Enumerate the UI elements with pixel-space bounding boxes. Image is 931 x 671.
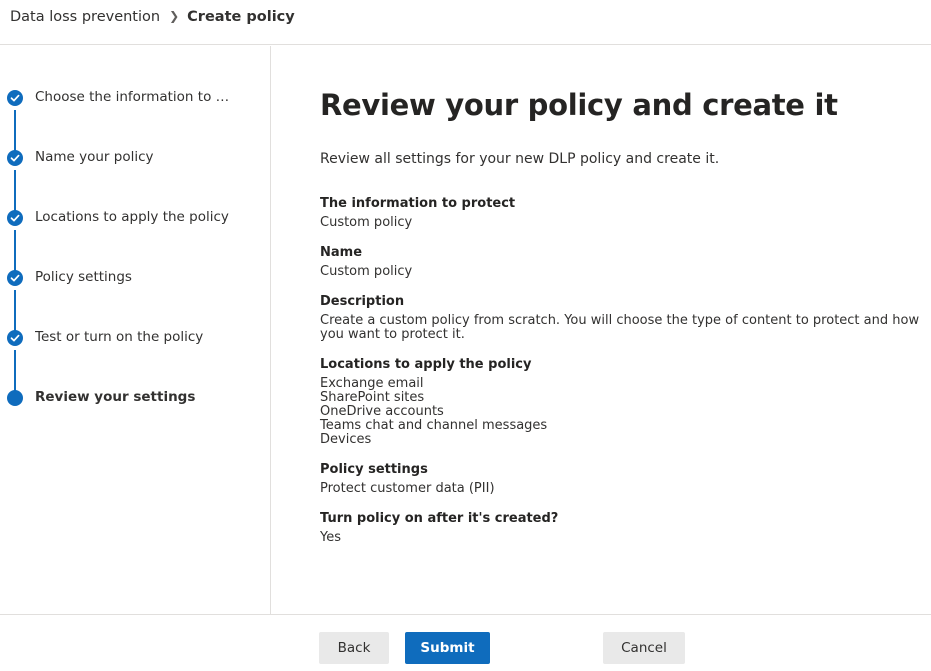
location-item: SharePoint sites	[320, 390, 425, 405]
section-value: Create a custom policy from scratch. You…	[320, 313, 920, 342]
step-name-policy[interactable]: Name your policy	[0, 146, 270, 170]
section-heading: Name	[320, 245, 363, 260]
current-step-dot-icon	[7, 390, 23, 406]
section-information: The information to protect Custom policy	[320, 196, 920, 230]
section-value: Protect customer data (PII)	[320, 481, 495, 496]
checkmark-icon	[7, 90, 23, 106]
section-turn-on: Turn policy on after it's created? Yes	[320, 511, 920, 545]
step-label: Choose the information to p...	[35, 89, 235, 105]
submit-button[interactable]: Submit	[405, 632, 490, 664]
step-label: Review your settings	[35, 389, 196, 405]
location-item: Devices	[320, 432, 372, 447]
step-label: Name your policy	[35, 149, 154, 165]
section-value: Custom policy	[320, 264, 413, 279]
section-locations: Locations to apply the policy Exchange e…	[320, 357, 920, 447]
step-label: Test or turn on the policy	[35, 329, 204, 345]
location-item: OneDrive accounts	[320, 404, 444, 419]
checkmark-icon	[7, 210, 23, 226]
wizard-steps: Choose the information to p... Name your…	[0, 46, 271, 614]
back-button[interactable]: Back	[319, 632, 389, 664]
step-locations[interactable]: Locations to apply the policy	[0, 206, 270, 230]
section-policy-settings: Policy settings Protect customer data (P…	[320, 462, 920, 496]
step-label: Locations to apply the policy	[35, 209, 229, 225]
page-subtitle: Review all settings for your new DLP pol…	[320, 151, 720, 167]
page-title: Review your policy and create it	[320, 88, 838, 122]
step-test-or-turn-on[interactable]: Test or turn on the policy	[0, 326, 270, 350]
breadcrumb-current: Create policy	[187, 9, 295, 25]
footer-actions: Back Submit Cancel	[0, 614, 931, 671]
section-heading: The information to protect	[320, 196, 516, 211]
cancel-button[interactable]: Cancel	[603, 632, 685, 664]
header: Data loss prevention ❯ Create policy	[0, 0, 931, 45]
section-heading: Policy settings	[320, 462, 428, 477]
section-heading: Turn policy on after it's created?	[320, 511, 559, 526]
step-choose-information[interactable]: Choose the information to p...	[0, 86, 270, 110]
step-policy-settings[interactable]: Policy settings	[0, 266, 270, 290]
section-description: Description Create a custom policy from …	[320, 294, 920, 342]
checkmark-icon	[7, 270, 23, 286]
section-heading: Locations to apply the policy	[320, 357, 532, 372]
location-item: Teams chat and channel messages	[320, 418, 548, 433]
section-name: Name Custom policy	[320, 245, 920, 279]
checkmark-icon	[7, 150, 23, 166]
checkmark-icon	[7, 330, 23, 346]
chevron-right-icon: ❯	[169, 9, 180, 23]
section-value: Custom policy	[320, 215, 413, 230]
section-heading: Description	[320, 294, 405, 309]
breadcrumb: Data loss prevention ❯ Create policy	[10, 9, 295, 25]
step-label: Policy settings	[35, 269, 132, 285]
location-item: Exchange email	[320, 376, 424, 391]
breadcrumb-parent-link[interactable]: Data loss prevention	[10, 9, 160, 25]
section-value: Yes	[320, 530, 341, 545]
step-review-settings[interactable]: Review your settings	[0, 386, 270, 410]
